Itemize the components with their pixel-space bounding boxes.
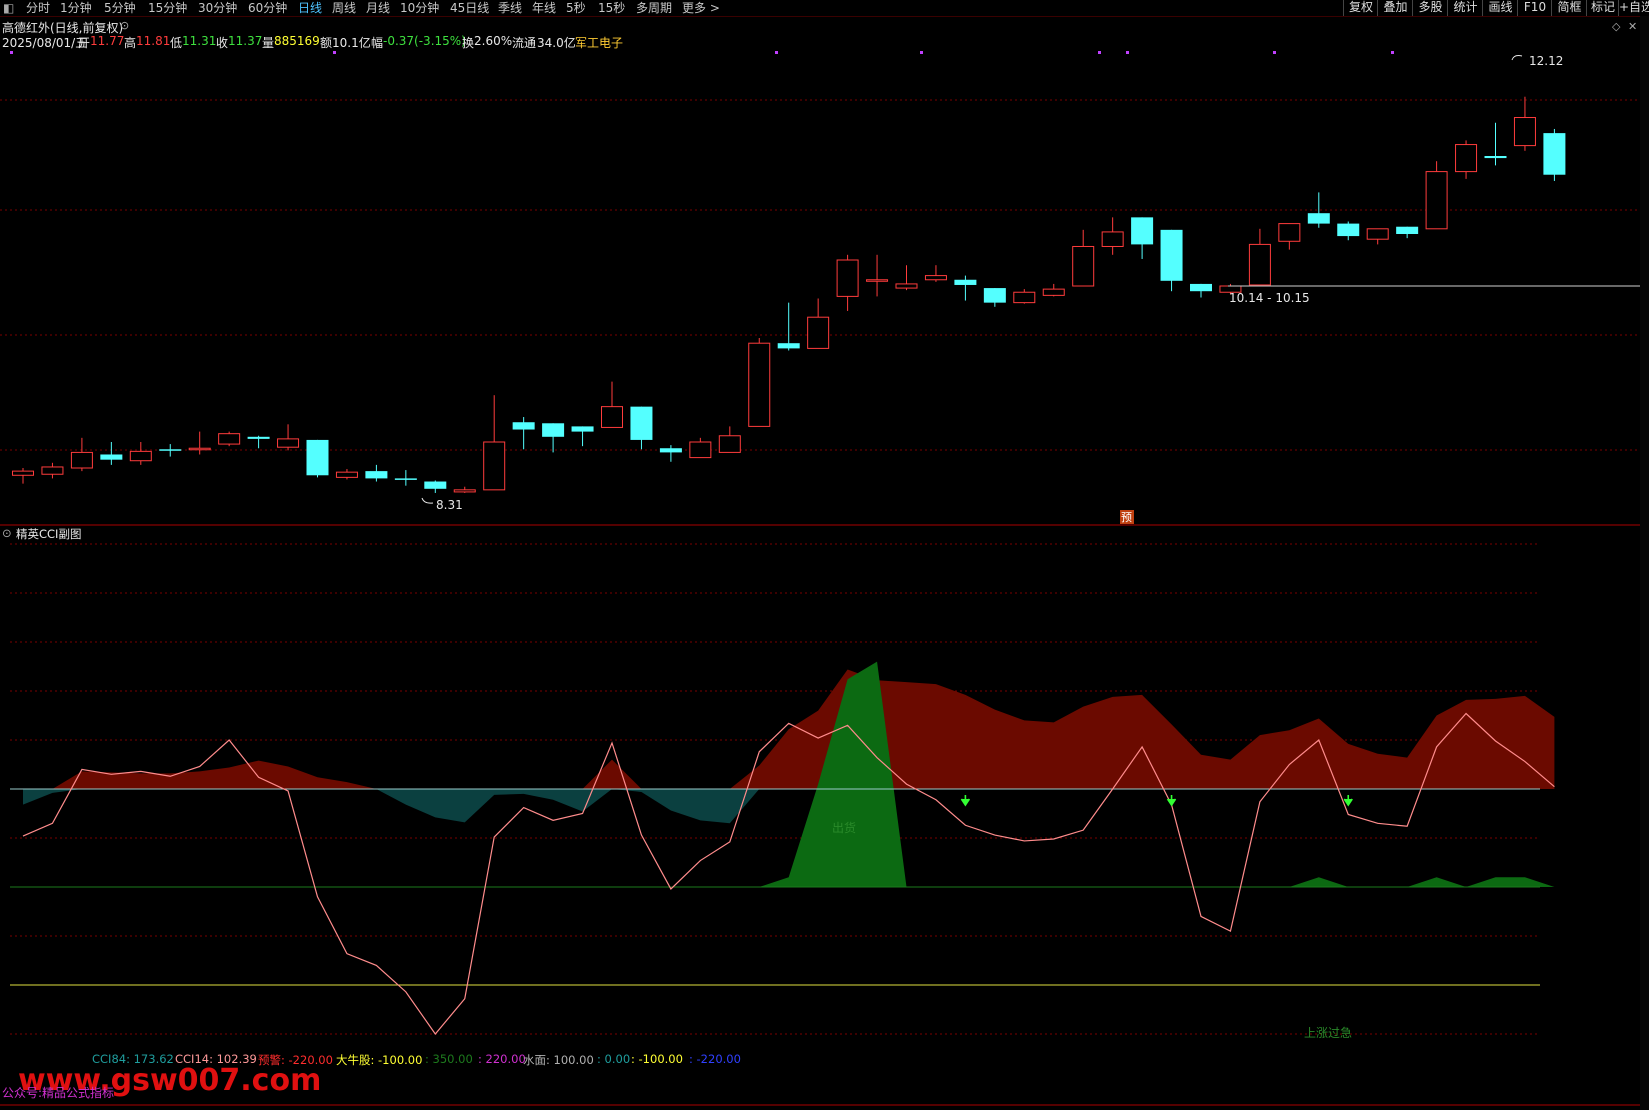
- candle-body-40: [1190, 283, 1212, 292]
- footer-label: 公众号:精品公式指标: [2, 1085, 114, 1100]
- candle-body-52: [1543, 133, 1566, 175]
- candle-body-21: [630, 406, 653, 440]
- kline-chart[interactable]: 12.12 8.31 10.14 - 10.15 预 出货 上涨过急 www.g…: [0, 0, 1640, 1110]
- legend-item-3: 大牛股: -100.00: [336, 1053, 423, 1067]
- candle-body-7: [218, 433, 241, 445]
- candle-body-29: [866, 279, 889, 282]
- candle-body-16: [483, 441, 506, 491]
- candle-body-49: [1455, 144, 1478, 173]
- candle-body-33: [983, 288, 1006, 303]
- candle-body-46: [1366, 228, 1389, 240]
- candle-body-17: [512, 422, 535, 430]
- candle-body-42: [1248, 243, 1271, 286]
- legend-item-2: 预警: -220.00: [258, 1053, 333, 1067]
- candle-body-19: [571, 426, 594, 432]
- candle-body-1: [41, 466, 64, 475]
- legend-item-4: : 350.00: [425, 1052, 473, 1066]
- candle-body-47: [1396, 226, 1419, 234]
- candle-body-24: [718, 435, 741, 453]
- candle-body-13: [394, 478, 417, 480]
- chuhuo-label: 出货: [832, 820, 856, 835]
- candle-body-14: [424, 481, 447, 489]
- candle-body-9: [277, 438, 300, 448]
- candle-body-34: [1013, 291, 1036, 304]
- down-arrow-2: [1343, 795, 1353, 807]
- candle-body-27: [807, 316, 830, 349]
- candle-body-18: [542, 423, 565, 437]
- candles: [12, 96, 1566, 493]
- candle-body-51: [1513, 117, 1536, 147]
- signal-dot-4: [1098, 51, 1101, 54]
- candle-body-2: [70, 451, 93, 469]
- shangzhang-label: 上涨过急: [1304, 1025, 1352, 1040]
- indicator-toggle-icon[interactable]: ⊙: [2, 526, 12, 540]
- high-marker: [1511, 55, 1523, 61]
- candle-body-12: [365, 471, 388, 479]
- candle-body-38: [1131, 217, 1154, 245]
- signal-dot-3: [920, 51, 923, 54]
- candle-body-3: [100, 454, 123, 460]
- signal-dot-0: [10, 51, 13, 54]
- indicator-name[interactable]: 精英CCI副图: [16, 526, 81, 542]
- range-label: 10.14 - 10.15: [1229, 291, 1310, 305]
- candle-body-28: [836, 259, 859, 297]
- legend-item-6: 水面: 100.00: [523, 1053, 594, 1067]
- cci84-area-below: [23, 789, 1555, 824]
- signal-dot-6: [1273, 51, 1276, 54]
- low-price-label: 8.31: [436, 498, 463, 512]
- signal-dot-1: [333, 51, 336, 54]
- candle-body-35: [1042, 288, 1065, 296]
- candle-body-50: [1484, 156, 1507, 159]
- candle-body-20: [601, 406, 623, 428]
- candle-body-23: [689, 441, 712, 459]
- candle-body-26: [777, 343, 800, 349]
- down-arrow-1: [1166, 795, 1177, 807]
- cci-indicator: [10, 543, 1555, 1035]
- candle-body-4: [129, 450, 152, 462]
- legend-item-1: CCI14: 102.39: [175, 1052, 257, 1066]
- candle-body-30: [895, 283, 918, 289]
- candle-body-43: [1278, 223, 1301, 242]
- candle-body-22: [659, 448, 682, 453]
- candle-body-31: [924, 275, 947, 281]
- legend-item-9: : -220.00: [689, 1052, 741, 1066]
- vertical-scrollbar[interactable]: [1640, 16, 1649, 1110]
- candle-body-48: [1425, 171, 1448, 230]
- candle-body-37: [1101, 231, 1124, 247]
- candle-body-0: [12, 470, 34, 476]
- low-marker: [421, 497, 434, 504]
- candle-body-25: [748, 342, 771, 427]
- cci84-area-above: [23, 669, 1555, 789]
- candle-body-39: [1160, 229, 1183, 281]
- candle-body-32: [954, 279, 977, 285]
- candle-body-8: [247, 436, 270, 439]
- candle-body-45: [1337, 223, 1360, 237]
- candle-body-10: [306, 439, 329, 476]
- candle-body-11: [335, 471, 358, 478]
- legend-item-5: : 220.00: [478, 1052, 526, 1066]
- signal-dot-7: [1391, 51, 1394, 54]
- pre-badge: 预: [1121, 511, 1132, 524]
- price-marks: [421, 55, 1640, 504]
- legend-item-0: CCI84: 173.62: [92, 1052, 174, 1066]
- price-grid: [0, 51, 1640, 1106]
- signal-dot-2: [775, 51, 778, 54]
- signal-dot-5: [1126, 51, 1129, 54]
- candle-body-6: [188, 447, 211, 451]
- candle-body-36: [1072, 245, 1095, 287]
- high-price-label: 12.12: [1529, 54, 1563, 68]
- down-arrow-0: [960, 795, 971, 807]
- legend-item-7: : 0.00: [597, 1052, 631, 1066]
- candle-body-44: [1307, 213, 1330, 224]
- candle-body-15: [453, 489, 476, 493]
- legend-item-8: : -100.00: [631, 1052, 683, 1066]
- candle-body-5: [159, 449, 182, 451]
